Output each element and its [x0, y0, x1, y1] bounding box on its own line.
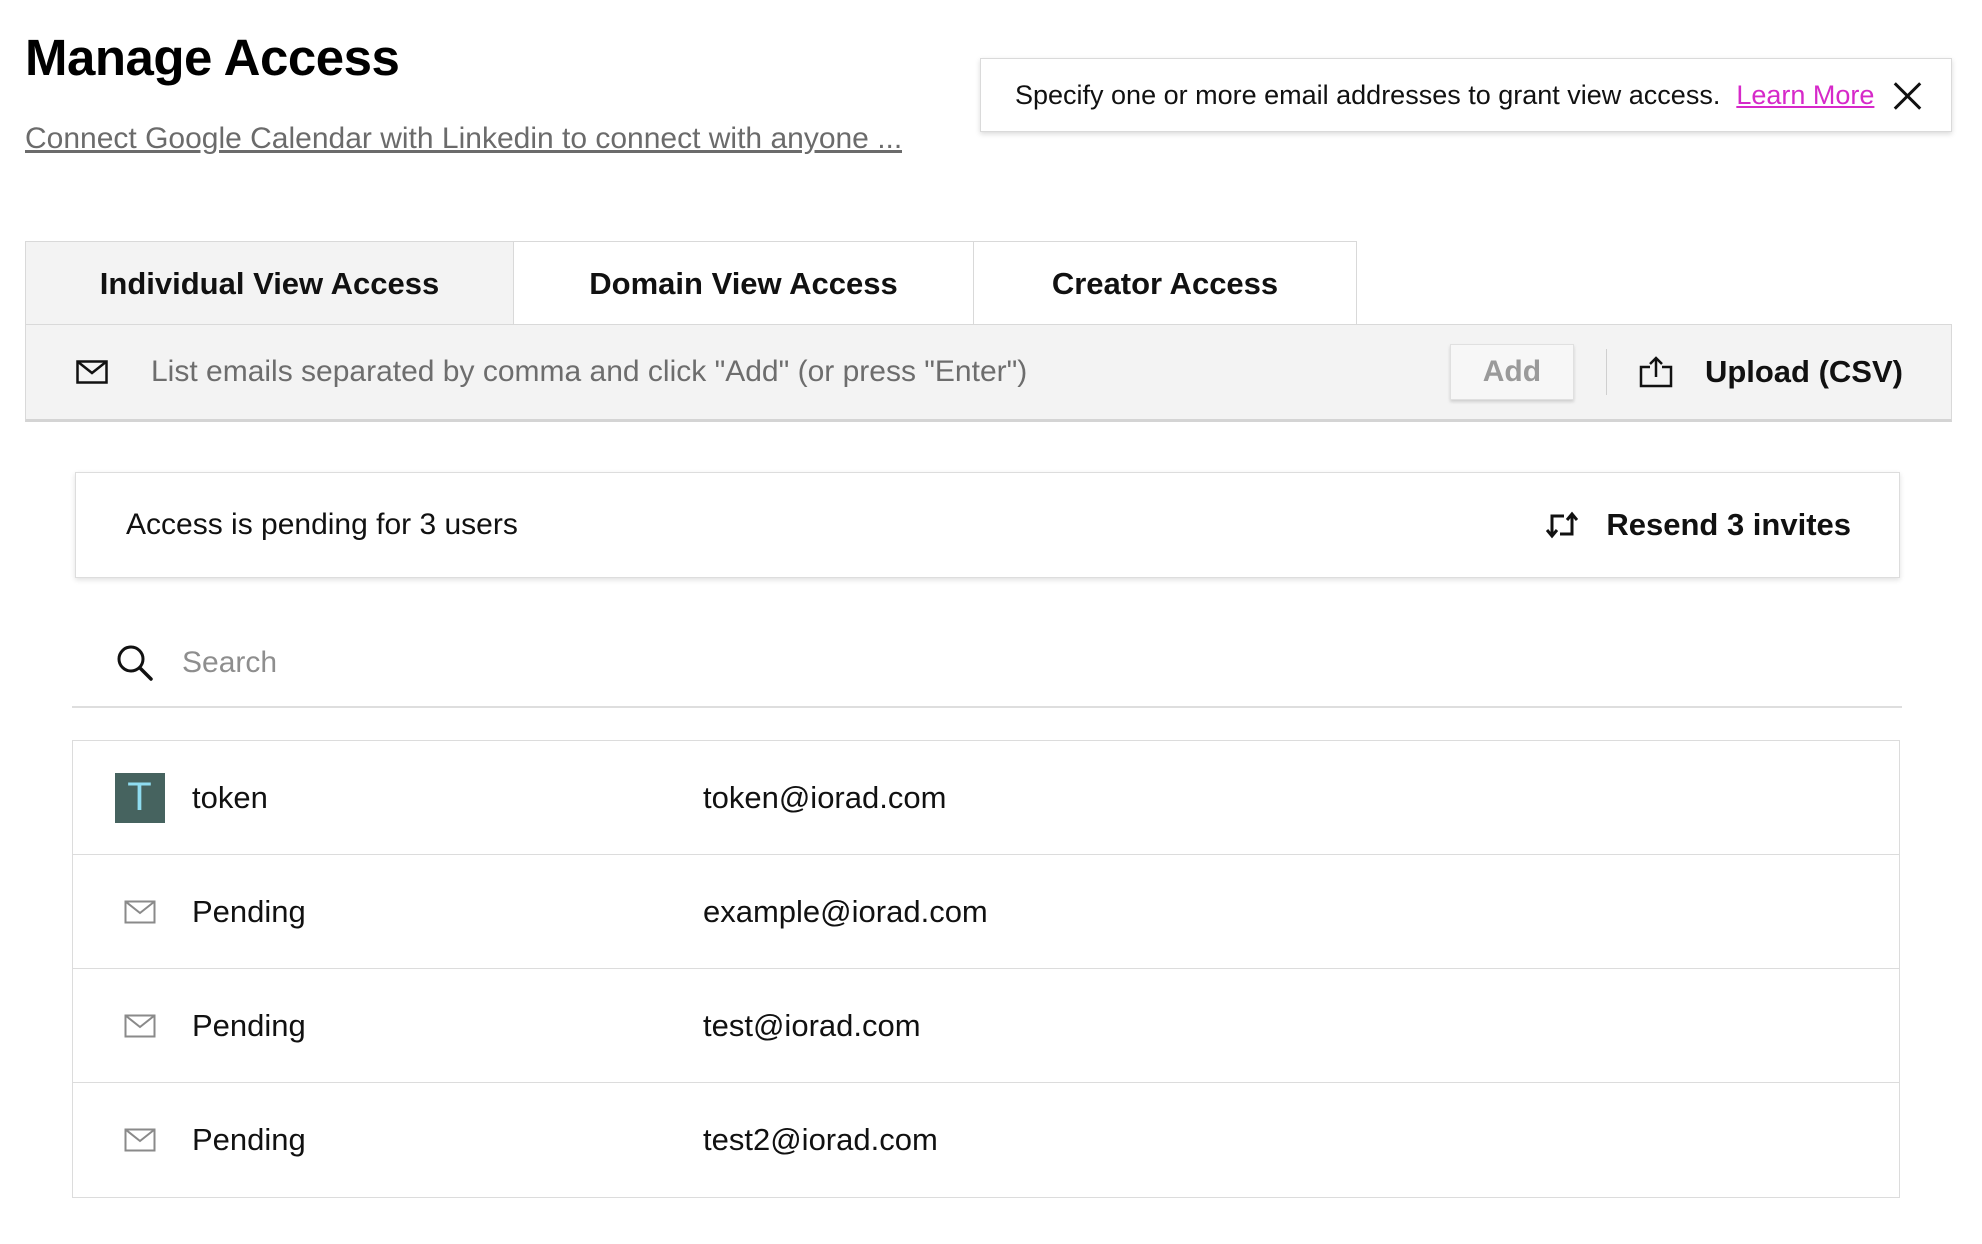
- tutorial-link[interactable]: Connect Google Calendar with Linkedin to…: [25, 122, 902, 156]
- info-tooltip: Specify one or more email addresses to g…: [980, 58, 1952, 132]
- list-item[interactable]: Pending example@iorad.com: [73, 855, 1899, 969]
- email-entry-bar: Add Upload (CSV): [25, 324, 1952, 422]
- resend-icon: [1546, 511, 1579, 539]
- list-item[interactable]: Pending test@iorad.com: [73, 969, 1899, 1083]
- mail-icon: [73, 1128, 188, 1152]
- manage-access-page: Manage Access Connect Google Calendar wi…: [0, 0, 1982, 1244]
- resend-label: Resend 3 invites: [1606, 507, 1851, 542]
- mail-icon: [26, 360, 151, 384]
- user-name: Pending: [192, 893, 306, 929]
- mail-icon: [73, 900, 188, 924]
- user-email: token@iorad.com: [703, 779, 947, 815]
- pending-text: Access is pending for 3 users: [126, 508, 518, 541]
- email-input[interactable]: [151, 342, 1450, 402]
- upload-label: Upload (CSV): [1704, 354, 1903, 389]
- add-button[interactable]: Add: [1449, 344, 1574, 400]
- info-text: Specify one or more email addresses to g…: [1015, 79, 1721, 110]
- access-tabs: Individual View Access Domain View Acces…: [25, 241, 1357, 325]
- search-icon: [117, 645, 153, 681]
- user-email: test@iorad.com: [703, 1007, 921, 1043]
- search-bar: [72, 620, 1902, 708]
- tab-creator-access[interactable]: Creator Access: [974, 241, 1357, 325]
- close-icon[interactable]: [1892, 80, 1921, 110]
- tab-individual-view-access[interactable]: Individual View Access: [25, 241, 514, 325]
- user-name: Pending: [192, 1122, 306, 1157]
- user-email: test2@iorad.com: [703, 1122, 938, 1157]
- search-input[interactable]: [182, 633, 1902, 693]
- user-email: example@iorad.com: [703, 893, 988, 929]
- tab-domain-view-access[interactable]: Domain View Access: [514, 241, 974, 325]
- learn-more-link[interactable]: Learn More: [1736, 80, 1874, 111]
- mail-icon: [73, 1014, 188, 1038]
- users-list: T token token@iorad.com Pending example@…: [72, 740, 1900, 1198]
- resend-invites-button[interactable]: Resend 3 invites: [1546, 507, 1851, 543]
- pending-access-banner: Access is pending for 3 users Resend 3 i…: [75, 472, 1900, 578]
- user-name: token: [192, 779, 268, 815]
- user-name: Pending: [192, 1007, 306, 1043]
- list-item[interactable]: T token token@iorad.com: [73, 741, 1899, 855]
- list-item[interactable]: Pending test2@iorad.com: [73, 1083, 1899, 1197]
- avatar: T: [114, 772, 165, 823]
- upload-csv-button[interactable]: Upload (CSV): [1607, 354, 1951, 390]
- upload-icon: [1639, 356, 1673, 388]
- page-title: Manage Access: [25, 29, 400, 86]
